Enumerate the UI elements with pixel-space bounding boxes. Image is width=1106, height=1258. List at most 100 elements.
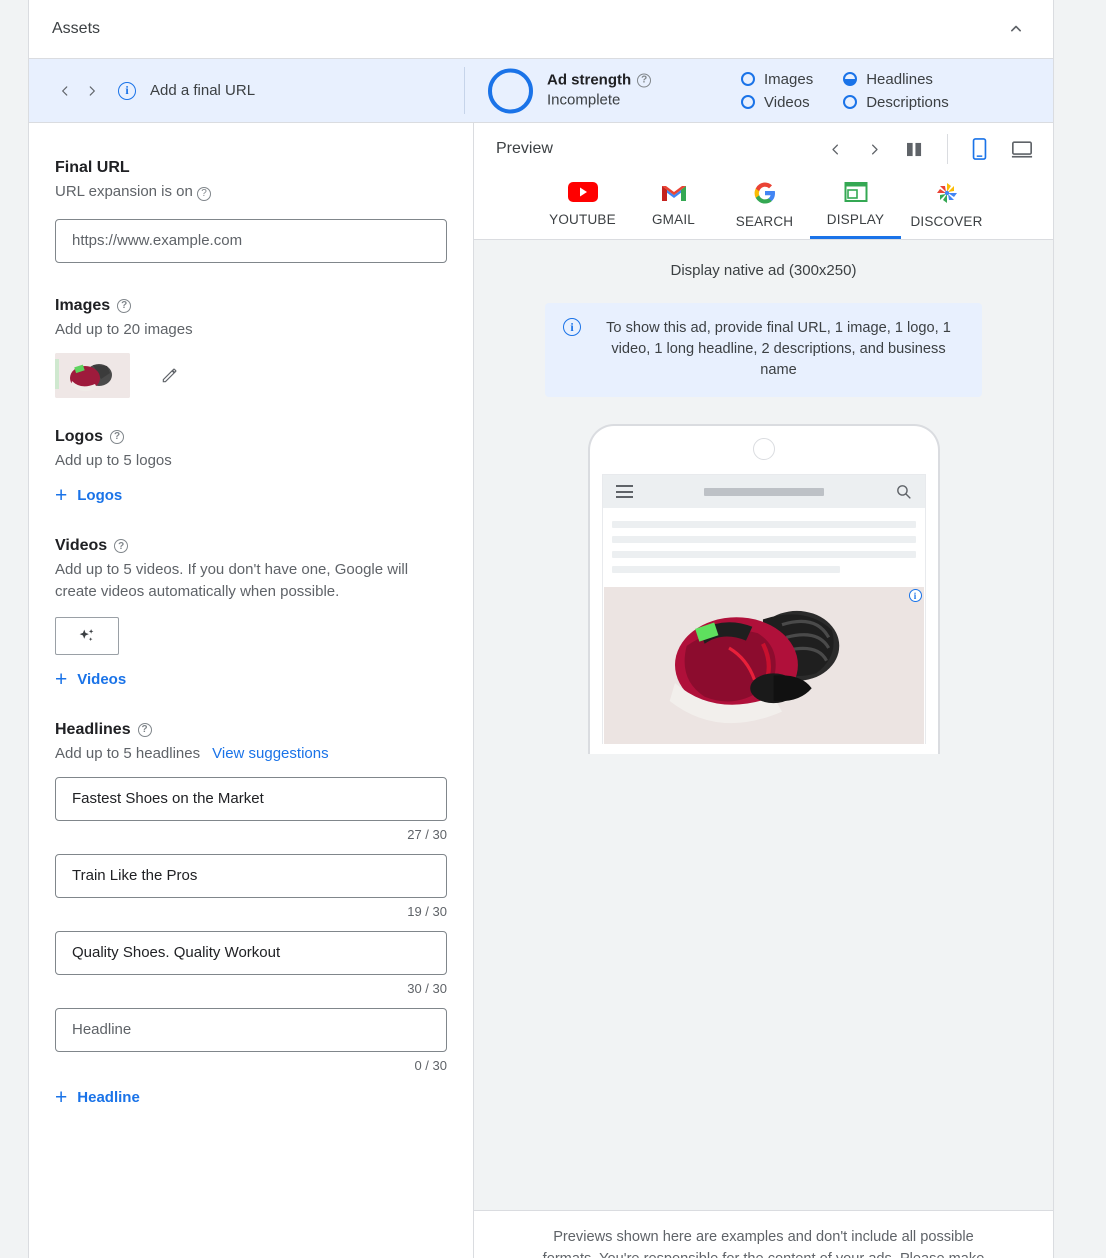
pencil-icon[interactable]	[160, 365, 180, 385]
status-circle-icon	[741, 72, 755, 86]
chevron-up-icon[interactable]	[999, 12, 1033, 46]
info-icon: i	[563, 318, 581, 336]
tab-label: SEARCH	[735, 214, 794, 229]
final-url-subtitle: URL expansion is on	[55, 183, 193, 200]
preview-header: Preview YOUTUBE GMAIL SEARCH DISPLAY DIS…	[474, 123, 1053, 240]
logos-section: Logos ? Add up to 5 logos + Logos	[55, 428, 447, 508]
add-logos-button[interactable]: + Logos	[55, 485, 122, 506]
mobile-device-icon[interactable]	[972, 138, 987, 160]
phone-mockup: i Quality Shoes. Quality Workout	[587, 424, 940, 755]
help-icon[interactable]: ?	[114, 539, 129, 554]
youtube-icon	[567, 182, 598, 202]
help-icon[interactable]: ?	[110, 429, 124, 444]
assets-body: Final URL URL expansion is on ? Images ?…	[29, 123, 1053, 1258]
phone-screen: i Quality Shoes. Quality Workout	[601, 474, 926, 745]
tab-label: DISCOVER	[910, 214, 983, 229]
final-url-section: Final URL URL expansion is on ?	[55, 159, 447, 263]
headline-counter-2: 19 / 30	[407, 903, 447, 919]
ad-creative-image: i	[603, 587, 924, 745]
requirements-banner: i To show this ad, provide final URL, 1 …	[545, 303, 982, 398]
preview-controls-divider	[947, 134, 948, 164]
mock-search-bar[interactable]	[703, 487, 824, 496]
headline-counter-3: 30 / 30	[407, 980, 447, 996]
checklist-item-headlines[interactable]: Headlines	[843, 71, 949, 88]
preview-prev-button[interactable]	[828, 142, 843, 157]
final-url-input[interactable]	[55, 218, 447, 263]
skeleton-line	[611, 551, 916, 559]
headline-counter-1: 27 / 30	[407, 826, 447, 842]
requirements-text: To show this ad, provide final URL, 1 im…	[606, 320, 951, 379]
add-headline-button[interactable]: + Headline	[55, 1087, 140, 1108]
status-bar: i Add a final URL Ad strength ? Incomple…	[29, 59, 1053, 123]
add-videos-button[interactable]: + Videos	[55, 669, 126, 690]
ad-strength-value: Incomplete	[547, 91, 621, 109]
phone-camera	[752, 438, 775, 461]
ad-strength-ring	[488, 68, 533, 113]
tab-label: YOUTUBE	[549, 212, 616, 227]
skeleton-line	[611, 536, 916, 544]
adchoices-icon[interactable]: i	[908, 589, 922, 603]
checklist-label: Videos	[764, 93, 810, 111]
checklist-item-videos[interactable]: Videos	[741, 94, 813, 111]
info-icon[interactable]: i	[118, 81, 136, 100]
mock-content-top	[603, 508, 925, 587]
ad-strength-label: Ad strength	[547, 71, 632, 89]
tab-label: DISPLAY	[826, 212, 885, 227]
headlines-section: Headlines ? Add up to 5 headlines View s…	[55, 721, 447, 1109]
tab-discover[interactable]: DISCOVER	[901, 175, 992, 239]
assets-header: Assets	[29, 0, 1053, 59]
chevron-right-icon[interactable]	[84, 83, 100, 99]
native-ad-card[interactable]: i Quality Shoes. Quality Workout	[603, 587, 925, 745]
images-section: Images ? Add up to 20 images	[55, 297, 447, 398]
help-icon[interactable]: ?	[197, 187, 212, 202]
tab-search[interactable]: SEARCH	[719, 175, 810, 239]
videos-title: Videos	[55, 537, 108, 555]
videos-section: Videos ? Add up to 5 videos. If you don'…	[55, 537, 447, 691]
headline-input-1[interactable]	[55, 776, 447, 821]
headline-input-4[interactable]	[55, 1007, 447, 1052]
search-icon[interactable]	[895, 483, 912, 500]
checklist-item-descriptions[interactable]: Descriptions	[843, 94, 949, 111]
final-url-hint: Add a final URL	[150, 82, 256, 99]
preview-disclaimer: Previews shown here are examples and don…	[474, 1210, 1053, 1258]
tab-youtube[interactable]: YOUTUBE	[537, 175, 628, 239]
ad-strength-indicator: Ad strength ? Incomplete	[488, 68, 652, 113]
add-logos-label: Logos	[77, 487, 123, 505]
checklist-label: Headlines	[866, 70, 933, 88]
help-icon[interactable]: ?	[637, 73, 652, 88]
auto-video-placeholder[interactable]	[55, 616, 119, 655]
headline-input-2[interactable]	[55, 853, 447, 898]
help-icon[interactable]: ?	[117, 298, 132, 313]
view-suggestions-link[interactable]: View suggestions	[212, 743, 328, 765]
preview-tabs: YOUTUBE GMAIL SEARCH DISPLAY DISCOVER	[496, 175, 1033, 239]
logos-title: Logos	[55, 427, 103, 445]
image-thumbnail[interactable]	[55, 352, 130, 398]
chevron-left-icon[interactable]	[57, 83, 73, 99]
tab-display[interactable]: DISPLAY	[810, 175, 901, 239]
assets-card: Assets i Add a final URL Ad strength ? I…	[28, 0, 1054, 1258]
headlines-title: Headlines	[55, 720, 131, 738]
checklist-label: Descriptions	[866, 93, 949, 111]
page-root: Assets i Add a final URL Ad strength ? I…	[0, 0, 1106, 1258]
sparkle-icon	[79, 628, 94, 641]
hamburger-menu-icon[interactable]	[615, 482, 633, 502]
headline-field-4: 0 / 30	[55, 1007, 447, 1073]
plus-icon: +	[55, 484, 68, 508]
desktop-device-icon[interactable]	[1011, 140, 1033, 159]
headline-input-3[interactable]	[55, 930, 447, 975]
status-circle-icon	[741, 95, 755, 109]
help-icon[interactable]: ?	[137, 722, 152, 737]
tab-label: GMAIL	[651, 212, 695, 227]
split-view-icon[interactable]	[906, 142, 923, 157]
add-headline-label: Headline	[77, 1088, 140, 1106]
checklist-item-images[interactable]: Images	[741, 71, 813, 88]
status-bar-left: i Add a final URL	[29, 81, 256, 100]
tab-gmail[interactable]: GMAIL	[628, 175, 719, 239]
headline-field-3: 30 / 30	[55, 930, 447, 996]
headline-field-1: 27 / 30	[55, 776, 447, 842]
images-subtitle: Add up to 20 images	[55, 320, 193, 338]
preview-next-button[interactable]	[867, 142, 882, 157]
plus-icon: +	[55, 1085, 68, 1109]
discover-icon	[936, 183, 957, 203]
headline-field-2: 19 / 30	[55, 853, 447, 919]
